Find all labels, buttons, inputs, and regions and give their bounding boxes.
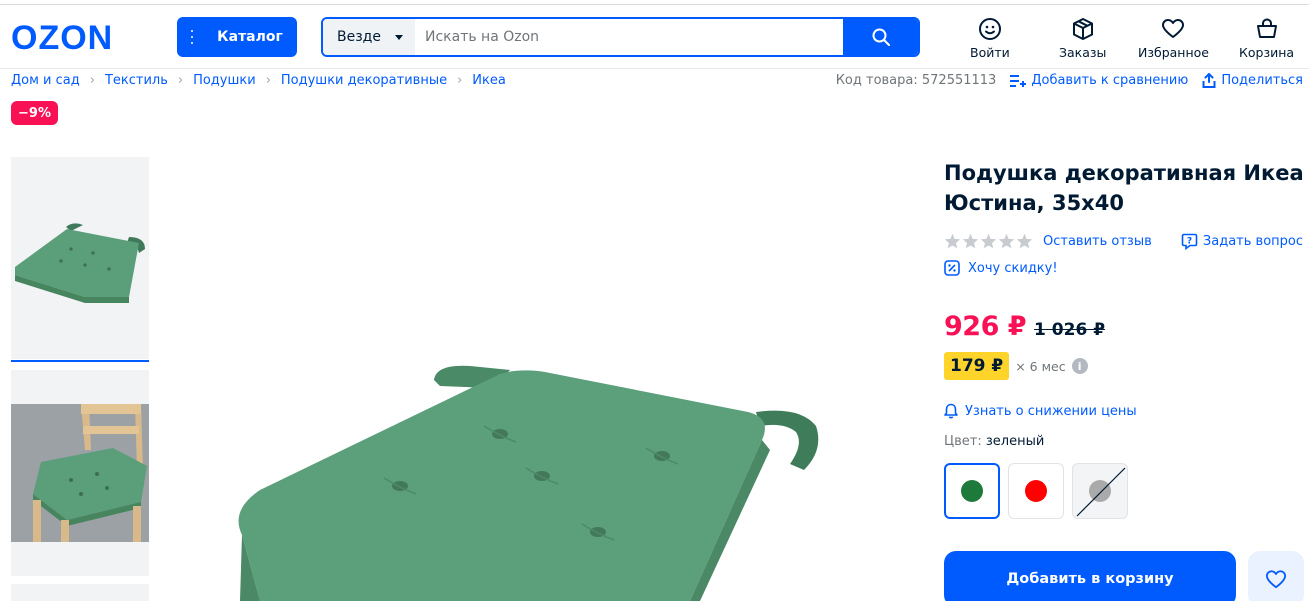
question-bubble-icon: ? bbox=[1181, 233, 1198, 250]
header-divider bbox=[0, 68, 1309, 69]
box-icon bbox=[1072, 18, 1093, 40]
menu-icon bbox=[191, 30, 209, 44]
chevron-right-icon: › bbox=[177, 73, 184, 88]
breadcrumb-item[interactable]: Подушки декоративные bbox=[281, 73, 447, 88]
product-meta: Код товара: 572551113 Добавить к сравнен… bbox=[836, 73, 1303, 88]
color-label: Цвет: зеленый bbox=[944, 434, 1044, 449]
discount-badge: −9% bbox=[11, 101, 58, 125]
installment-block[interactable]: 179 ₽ × 6 мес i bbox=[944, 352, 1088, 380]
color-swatch-green[interactable] bbox=[944, 463, 1000, 519]
price-block: 926 ₽ 1 026 ₽ bbox=[944, 311, 1105, 342]
discount-tag-icon bbox=[944, 260, 960, 276]
compare-button[interactable]: Добавить к сравнению bbox=[1010, 73, 1188, 88]
price-drop-alert-link[interactable]: Узнать о снижении цены bbox=[944, 403, 1137, 419]
chevron-right-icon: › bbox=[89, 73, 95, 88]
share-label: Поделиться bbox=[1221, 73, 1303, 88]
nav-orders[interactable]: Заказы bbox=[1059, 17, 1106, 60]
star-icon bbox=[1016, 233, 1033, 249]
installment-price: 179 ₽ bbox=[944, 352, 1010, 380]
bell-icon bbox=[944, 403, 958, 419]
search-icon bbox=[872, 28, 890, 46]
search-scope-label: Везде bbox=[337, 29, 381, 45]
nav-cart-label: Корзина bbox=[1239, 45, 1295, 60]
heart-icon bbox=[1162, 19, 1185, 38]
catalog-button[interactable]: Каталог bbox=[177, 17, 297, 57]
add-to-cart-button[interactable]: Добавить в корзину bbox=[944, 551, 1236, 601]
old-price: 1 026 ₽ bbox=[1034, 320, 1106, 340]
active-thumbnail-indicator bbox=[11, 360, 149, 362]
info-icon[interactable]: i bbox=[1071, 358, 1088, 374]
color-value: зеленый bbox=[985, 434, 1045, 449]
leave-review-link[interactable]: Оставить отзыв bbox=[1043, 234, 1152, 249]
want-discount-link[interactable]: Хочу скидку! bbox=[944, 260, 1058, 276]
share-button[interactable]: Поделиться bbox=[1202, 73, 1303, 88]
nav-orders-label: Заказы bbox=[1059, 45, 1107, 60]
search-bar: Везде bbox=[321, 17, 920, 57]
compare-icon bbox=[1010, 74, 1027, 87]
unavailable-strike-icon bbox=[1076, 467, 1126, 517]
installment-term: × 6 мес bbox=[1015, 358, 1066, 374]
ask-question-label: Задать вопрос bbox=[1202, 234, 1303, 249]
nav-favorites-label: Избранное bbox=[1138, 45, 1209, 60]
ask-question-link[interactable]: ? Задать вопрос bbox=[1181, 233, 1303, 250]
nav-login-label: Войти bbox=[970, 45, 1010, 60]
color-dot bbox=[1025, 480, 1047, 502]
breadcrumb-item[interactable]: Икеа bbox=[472, 73, 506, 88]
breadcrumb-item[interactable]: Текстиль bbox=[105, 73, 168, 88]
chevron-right-icon: › bbox=[457, 73, 463, 88]
product-title: Подушка декоративная Икеа Юстина, 35х40 bbox=[944, 161, 1304, 215]
rating-stars bbox=[944, 233, 1033, 249]
nav-login[interactable]: Войти bbox=[970, 17, 1010, 60]
logo-text: OZON bbox=[11, 20, 113, 54]
color-dot bbox=[961, 480, 983, 502]
svg-text:?: ? bbox=[1187, 237, 1192, 247]
search-scope-select[interactable]: Везде bbox=[323, 19, 415, 55]
want-discount-label: Хочу скидку! bbox=[968, 260, 1058, 276]
product-code: Код товара: 572551113 bbox=[835, 73, 997, 88]
chair-thumbnail-image bbox=[11, 370, 149, 576]
cushion-thumbnail-image bbox=[11, 157, 149, 359]
share-icon bbox=[1202, 73, 1216, 88]
color-label-prefix: Цвет: bbox=[944, 434, 982, 449]
gallery-thumbnail[interactable] bbox=[11, 584, 149, 601]
chevron-down-icon bbox=[394, 34, 403, 40]
cushion-image bbox=[238, 365, 819, 601]
search-input[interactable] bbox=[415, 19, 843, 55]
breadcrumb: Дом и сад › Текстиль › Подушки › Подушки… bbox=[11, 73, 506, 88]
catalog-label: Каталог bbox=[217, 29, 283, 45]
star-icon bbox=[962, 233, 979, 249]
color-swatch-red[interactable] bbox=[1008, 463, 1064, 519]
compare-label: Добавить к сравнению bbox=[1031, 73, 1189, 88]
nav-cart[interactable]: Корзина bbox=[1239, 17, 1294, 60]
product-main-image[interactable] bbox=[200, 150, 900, 601]
search-button[interactable] bbox=[843, 19, 918, 55]
gallery-thumbnail[interactable] bbox=[11, 370, 149, 576]
star-icon bbox=[980, 233, 997, 249]
chevron-right-icon: › bbox=[265, 73, 271, 88]
breadcrumb-item[interactable]: Дом и сад bbox=[11, 73, 80, 88]
ozon-logo[interactable]: OZON bbox=[11, 20, 141, 54]
nav-favorites[interactable]: Избранное bbox=[1138, 17, 1209, 60]
price-drop-alert-label: Узнать о снижении цены bbox=[965, 403, 1137, 419]
heart-icon bbox=[1265, 570, 1286, 589]
top-border bbox=[0, 4, 1309, 5]
add-to-favorites-button[interactable] bbox=[1248, 551, 1304, 601]
color-swatch-gray-unavailable[interactable] bbox=[1072, 463, 1128, 519]
gallery-thumbnail[interactable] bbox=[11, 157, 149, 359]
rating-row: Оставить отзыв bbox=[944, 233, 1152, 249]
basket-icon bbox=[1256, 18, 1277, 38]
smile-icon bbox=[978, 18, 1001, 40]
breadcrumb-item[interactable]: Подушки bbox=[193, 73, 256, 88]
star-icon bbox=[944, 233, 961, 249]
star-icon bbox=[998, 233, 1015, 249]
current-price: 926 ₽ bbox=[944, 311, 1027, 342]
